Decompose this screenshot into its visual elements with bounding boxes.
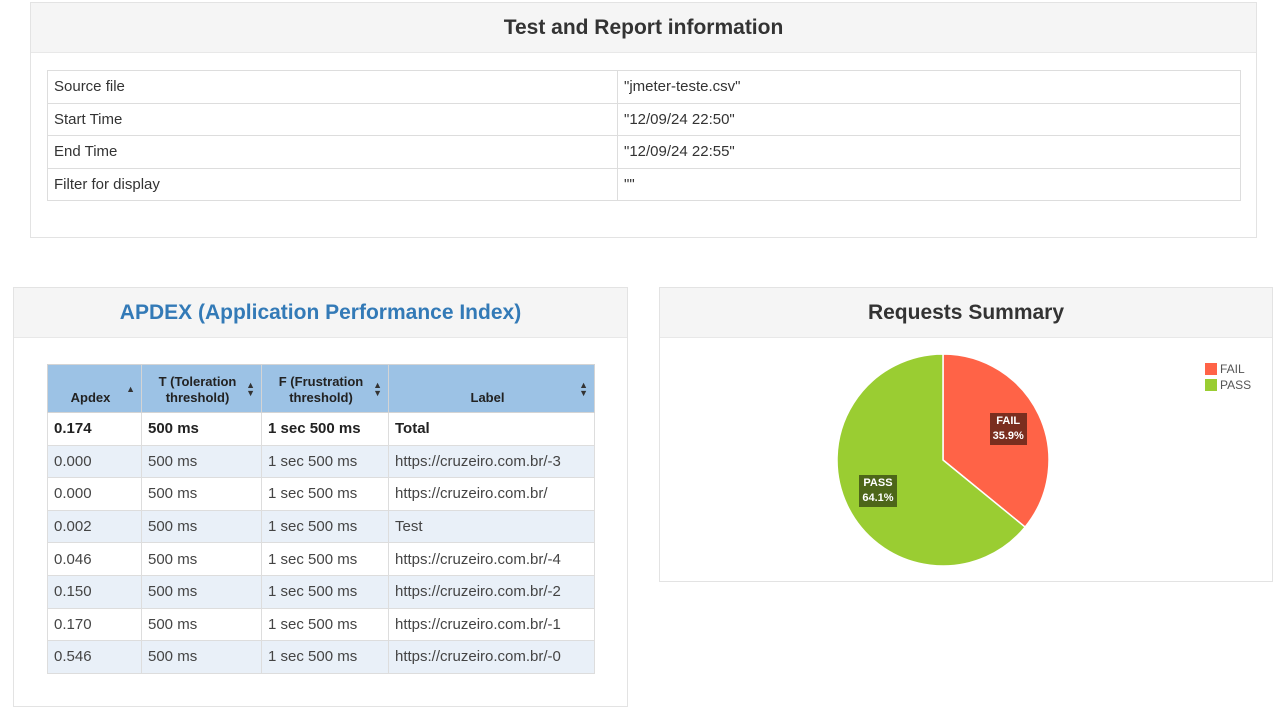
cell-label: https://cruzeiro.com.br/	[388, 477, 595, 511]
cell-t: 500 ms	[141, 444, 262, 479]
table-row: 0.170 500 ms 1 sec 500 ms https://cruzeiro.…	[47, 607, 595, 642]
legend-label: FAIL	[1220, 362, 1245, 376]
cell-t: 500 ms	[141, 640, 262, 674]
test-report-info-title: Test and Report information	[31, 3, 1256, 53]
pie-label-fail: FAIL 35.9%	[989, 413, 1027, 446]
apdex-title: APDEX (Application Performance Index)	[14, 288, 627, 338]
table-row: 0.000 500 ms 1 sec 500 ms https://cruzeiro.…	[47, 477, 595, 511]
sort-icon: ▲ ▼	[579, 379, 588, 398]
cell-apdex: 0.170	[47, 607, 142, 642]
info-value: "12/09/24 22:50"	[617, 102, 1241, 136]
test-report-info-table: Source file "jmeter-teste.csv" Start Time "…	[47, 70, 1241, 201]
cell-apdex: 0.002	[47, 509, 142, 544]
apdex-table: Apdex ▲ T (Toleration threshold) ▲ ▼ F (F…	[47, 364, 595, 674]
cell-apdex: 0.174	[47, 412, 142, 446]
cell-t: 500 ms	[141, 477, 262, 511]
sort-ascending-icon: ▲	[126, 383, 135, 394]
cell-f: 1 sec 500 ms	[261, 444, 389, 479]
label-column-header[interactable]: Label ▲ ▼	[388, 364, 595, 413]
info-key: Source file	[47, 70, 618, 104]
requests-summary-title: Requests Summary	[660, 288, 1272, 338]
requests-summary-panel: Requests Summary FAIL PASS FAIL 35.9% PASS 6…	[659, 287, 1273, 582]
apdex-total-row: 0.174 500 ms 1 sec 500 ms Total	[47, 412, 595, 446]
info-value: ""	[617, 167, 1241, 201]
frustration-column-header[interactable]: F (Frustration threshold) ▲ ▼	[261, 364, 389, 413]
info-value: "12/09/24 22:55"	[617, 135, 1241, 169]
info-key: End Time	[47, 135, 618, 169]
legend-label: PASS	[1220, 378, 1252, 392]
cell-f: 1 sec 500 ms	[261, 640, 389, 674]
cell-label: https://cruzeiro.com.br/-3	[388, 444, 595, 479]
test-report-info-panel: Test and Report information Source file "…	[30, 2, 1257, 238]
cell-f: 1 sec 500 ms	[261, 542, 389, 576]
cell-label: https://cruzeiro.com.br/-0	[388, 640, 595, 674]
legend-item-pass[interactable]: PASS	[1205, 377, 1251, 393]
legend-swatch	[1205, 379, 1217, 391]
info-key: Start Time	[47, 102, 618, 136]
cell-label: Total	[388, 412, 595, 446]
info-row: End Time "12/09/24 22:55"	[47, 135, 1241, 169]
cell-apdex: 0.150	[47, 574, 142, 609]
info-row: Start Time "12/09/24 22:50"	[47, 102, 1241, 136]
pie-label-pass: PASS 64.1%	[859, 474, 897, 507]
cell-apdex: 0.000	[47, 444, 142, 479]
cell-f: 1 sec 500 ms	[261, 607, 389, 642]
cell-t: 500 ms	[141, 412, 262, 446]
cell-f: 1 sec 500 ms	[261, 574, 389, 609]
cell-apdex: 0.046	[47, 542, 142, 576]
info-row: Source file "jmeter-teste.csv"	[47, 70, 1241, 104]
cell-t: 500 ms	[141, 509, 262, 544]
info-value: "jmeter-teste.csv"	[617, 70, 1241, 104]
cell-t: 500 ms	[141, 542, 262, 576]
cell-f: 1 sec 500 ms	[261, 412, 389, 446]
cell-f: 1 sec 500 ms	[261, 509, 389, 544]
legend-swatch	[1205, 363, 1217, 375]
table-row: 0.002 500 ms 1 sec 500 ms Test	[47, 509, 595, 544]
toleration-column-header[interactable]: T (Toleration threshold) ▲ ▼	[141, 364, 262, 413]
cell-label: https://cruzeiro.com.br/-2	[388, 574, 595, 609]
chart-legend: FAIL PASS	[1205, 361, 1251, 393]
cell-apdex: 0.546	[47, 640, 142, 674]
apdex-panel: APDEX (Application Performance Index) Ap…	[13, 287, 628, 707]
cell-label: https://cruzeiro.com.br/-4	[388, 542, 595, 576]
info-key: Filter for display	[47, 167, 618, 201]
cell-f: 1 sec 500 ms	[261, 477, 389, 511]
sort-icon: ▲ ▼	[246, 379, 255, 398]
table-row: 0.046 500 ms 1 sec 500 ms https://cruzeiro.…	[47, 542, 595, 576]
cell-label: Test	[388, 509, 595, 544]
apdex-column-header[interactable]: Apdex ▲	[47, 364, 142, 413]
cell-t: 500 ms	[141, 574, 262, 609]
table-row: 0.150 500 ms 1 sec 500 ms https://cruzeiro.…	[47, 574, 595, 609]
table-row: 0.546 500 ms 1 sec 500 ms https://cruzeiro.…	[47, 640, 595, 674]
info-row: Filter for display ""	[47, 167, 1241, 201]
legend-item-fail[interactable]: FAIL	[1205, 361, 1251, 377]
table-row: 0.000 500 ms 1 sec 500 ms https://cruzeiro.…	[47, 444, 595, 479]
sort-icon: ▲ ▼	[373, 379, 382, 398]
requests-pie-chart	[836, 353, 1050, 567]
cell-label: https://cruzeiro.com.br/-1	[388, 607, 595, 642]
cell-t: 500 ms	[141, 607, 262, 642]
cell-apdex: 0.000	[47, 477, 142, 511]
